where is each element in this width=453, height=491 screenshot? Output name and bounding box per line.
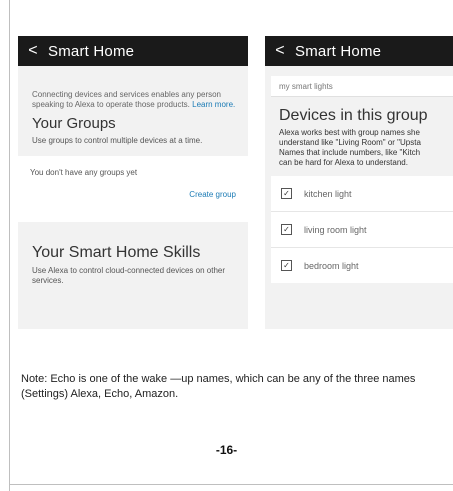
page-border-left [9,0,10,491]
groups-description: Use groups to control multiple devices a… [32,136,203,145]
devices-description-line: can be hard for Alexa to understand. [279,158,408,167]
skills-heading: Your Smart Home Skills [32,244,201,261]
top-app-bar: < Smart Home [265,36,453,66]
device-row-bedroom-light[interactable]: ✓ bedroom light [271,248,453,283]
device-list: ✓ kitchen light ✓ living room light ✓ be… [271,176,453,283]
screen-title: Smart Home [295,42,382,60]
devices-description-line: Names that include numbers, like "Kitch [279,148,421,157]
device-label: living room light [304,224,367,235]
device-row-living-room-light[interactable]: ✓ living room light [271,212,453,248]
devices-description: Alexa works best with group names she un… [265,125,453,168]
page-border-bottom [9,484,453,485]
create-group-link[interactable]: Create group [189,190,236,199]
checkbox-checked-icon[interactable]: ✓ [281,188,292,199]
smart-home-screen-devices: < Smart Home my smart lights Devices in … [265,36,453,329]
device-label: bedroom light [304,260,359,271]
manual-page: < Smart Home Connecting devices and serv… [0,0,453,491]
page-number: -16- [215,443,238,457]
learn-more-link[interactable]: Learn more. [192,100,235,109]
devices-heading: Devices in this group [279,107,428,124]
checkbox-checked-icon[interactable]: ✓ [281,224,292,235]
devices-description-line: understand like "Living Room" or "Upsta [279,138,421,147]
group-name-field[interactable]: my smart lights [271,76,453,97]
intro-paragraph: Connecting devices and services enables … [18,66,248,110]
empty-groups-message: You don't have any groups yet [30,168,138,177]
wake-word-note: Note: Echo is one of the wake —up names,… [21,373,416,400]
groups-heading: Your Groups [32,115,116,132]
groups-card: You don't have any groups yet Create gro… [18,156,248,222]
back-chevron-icon[interactable]: < [22,42,44,60]
skills-description: Use Alexa to control cloud-connected dev… [32,266,226,285]
top-app-bar: < Smart Home [18,36,248,66]
back-chevron-icon[interactable]: < [269,42,291,60]
device-label: kitchen light [304,188,352,199]
checkbox-checked-icon[interactable]: ✓ [281,260,292,271]
devices-description-line: Alexa works best with group names she [279,128,420,137]
smart-home-screen-groups: < Smart Home Connecting devices and serv… [18,36,248,329]
device-row-kitchen-light[interactable]: ✓ kitchen light [271,176,453,212]
screen-title: Smart Home [48,42,135,60]
